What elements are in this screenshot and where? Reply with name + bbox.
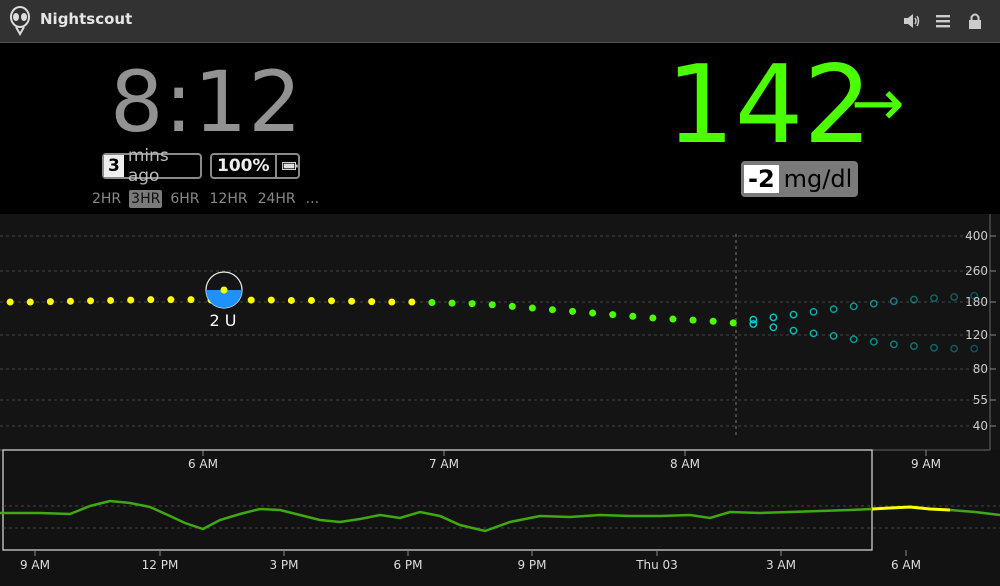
history-x-tick-label: 6 PM [393,558,422,572]
glucose-point [388,298,396,306]
mins-ago-value: 3 [104,155,124,177]
glucose-point [368,298,376,306]
glucose-point [669,315,677,323]
mins-ago-pill: 3 mins ago [102,146,202,186]
y-tick-label: 400 [965,229,988,243]
glucose-point [649,314,657,322]
time-range-selector: 2HR 3HR 6HR 12HR 24HR ... [90,190,321,208]
glucose-point [428,299,436,307]
glucose-point [66,297,74,305]
glucose-point [508,302,516,310]
glucose-units: mg/dl [783,165,853,193]
glucose-point [709,317,717,325]
x-tick-label: 7 AM [429,457,459,471]
glucose-point [328,297,336,305]
glucose-point [187,296,195,304]
glucose-point [448,299,456,307]
glucose-point [548,306,556,314]
range-more[interactable]: ... [304,190,321,208]
glucose-point [629,312,637,320]
glucose-point [348,297,356,305]
lock-icon[interactable] [965,11,985,31]
battery-icon [281,162,298,170]
history-x-tick-label: Thu 03 [635,558,678,572]
mins-ago-label: mins ago [127,146,169,186]
delta-pill: -2 mg/dl [741,161,859,197]
glucose-value: 142 [666,43,873,168]
app-title: Nightscout [40,10,133,28]
history-x-tick-label: 9 AM [20,558,50,572]
current-time: 8:12 [110,53,303,151]
y-tick-label: 260 [965,264,988,278]
glucose-point [167,296,175,304]
range-2hr[interactable]: 2HR [90,190,123,208]
history-x-tick-label: 3 AM [766,558,796,572]
delta-value: -2 [744,165,779,193]
x-tick-label: 8 AM [670,457,700,471]
glucose-point [6,298,14,306]
glucose-point [468,300,476,308]
glucose-point [408,298,416,306]
glucose-point [26,298,34,306]
glucose-point [87,297,95,305]
glucose-point [528,304,536,312]
history-x-tick-label: 12 PM [142,558,179,572]
glucose-point [589,309,597,317]
range-12hr[interactable]: 12HR [208,190,250,208]
x-tick-label: 9 AM [911,457,941,471]
range-3hr[interactable]: 3HR [129,190,163,208]
y-tick-label: 40 [973,419,988,433]
history-x-tick-label: 6 AM [891,558,921,572]
glucose-point [307,296,315,304]
top-bar: Nightscout [0,0,1000,43]
glucose-point [267,296,275,304]
glucose-point [609,311,617,319]
menu-icon[interactable] [933,11,953,31]
glucose-point [247,296,255,304]
glucose-chart[interactable]: 4002601801208055406 AM 7 AM 8 AM 9 AM 2 U 9… [0,214,1000,586]
glucose-point [127,296,135,304]
nightscout-logo-icon[interactable] [9,6,31,36]
glucose-point [488,301,496,309]
glucose-point [46,298,54,306]
glucose-point [569,307,577,315]
volume-icon[interactable] [901,11,921,31]
trend-arrow: → [851,67,905,141]
history-x-tick-label: 9 PM [517,558,546,572]
glucose-point [147,296,155,304]
history-x-tick-label: 3 PM [269,558,298,572]
range-24hr[interactable]: 24HR [256,190,298,208]
battery-pill: 100% [210,153,300,179]
battery-percent: 100% [212,155,277,177]
y-tick-label: 55 [973,393,988,407]
y-tick-label: 80 [973,362,988,376]
glucose-point [107,296,115,304]
insulin-bolus-label: 2 U [210,311,237,330]
glucose-point [689,316,697,324]
y-tick-label: 120 [965,328,988,342]
x-tick-label: 6 AM [188,457,218,471]
glucose-point [287,296,295,304]
glucose-point [729,319,737,327]
range-6hr[interactable]: 6HR [168,190,201,208]
